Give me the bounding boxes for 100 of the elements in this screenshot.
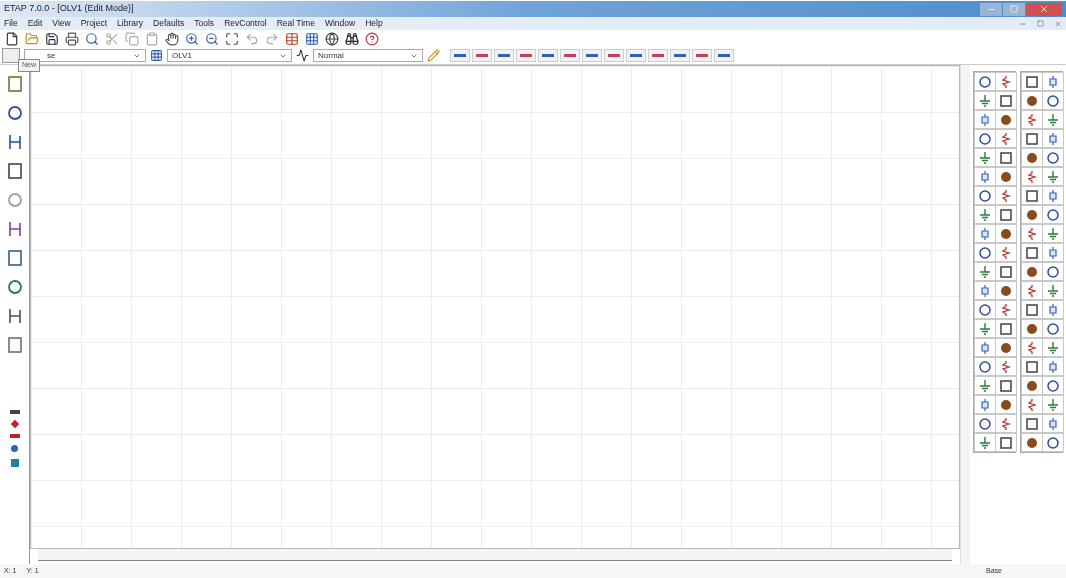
circle-symbol-icon[interactable] [1041, 433, 1064, 452]
box-symbol-icon[interactable] [994, 91, 1017, 110]
ground-symbol-icon[interactable] [974, 205, 996, 224]
zigzag-symbol-icon[interactable] [994, 414, 1017, 433]
tool-icon[interactable] [5, 73, 24, 95]
fan-symbol-icon[interactable] [1021, 319, 1043, 338]
menu-item[interactable]: Library [117, 17, 144, 30]
tool-icon[interactable] [5, 334, 24, 356]
box-symbol-icon[interactable] [1021, 300, 1043, 319]
tool-icon[interactable] [5, 247, 24, 269]
circle-symbol-icon[interactable] [1041, 376, 1064, 395]
circle-symbol-icon[interactable] [1041, 319, 1064, 338]
menu-item[interactable]: Defaults [153, 17, 185, 30]
ground-symbol-icon[interactable] [974, 262, 996, 281]
menu-item[interactable]: File [4, 17, 18, 30]
circle-symbol-icon[interactable] [1041, 91, 1064, 110]
fan-symbol-icon[interactable] [1021, 262, 1043, 281]
ground-symbol-icon[interactable] [1041, 224, 1064, 243]
menu-item[interactable]: Help [365, 17, 383, 30]
study-icon[interactable] [450, 49, 470, 62]
study-icon[interactable] [714, 49, 734, 62]
presentation-dropdown[interactable]: se [24, 49, 146, 62]
zigzag-symbol-icon[interactable] [994, 357, 1017, 376]
zigzag-symbol-icon[interactable] [1021, 224, 1043, 243]
circle-symbol-icon[interactable] [974, 300, 996, 319]
menu-item[interactable]: Project [80, 17, 108, 30]
mode-dropdown[interactable]: Normal [313, 49, 423, 62]
box-symbol-icon[interactable] [1021, 243, 1043, 262]
zigzag-symbol-icon[interactable] [1021, 110, 1043, 129]
ground-symbol-icon[interactable] [1041, 281, 1064, 300]
zigzag-symbol-icon[interactable] [994, 243, 1017, 262]
box-symbol-icon[interactable] [994, 319, 1017, 338]
fan-symbol-icon[interactable] [994, 395, 1017, 414]
ground-symbol-icon[interactable] [1041, 395, 1064, 414]
fan-symbol-icon[interactable] [994, 224, 1017, 243]
menu-item[interactable]: View [52, 17, 71, 30]
box-symbol-icon[interactable] [994, 262, 1017, 281]
study-icon[interactable] [582, 49, 602, 62]
study-icon[interactable] [670, 49, 690, 62]
box-symbol-icon[interactable] [994, 148, 1017, 167]
zigzag-symbol-icon[interactable] [994, 186, 1017, 205]
circle-symbol-icon[interactable] [1041, 262, 1064, 281]
zigzag-symbol-icon[interactable] [1021, 167, 1043, 186]
circle-symbol-icon[interactable] [974, 357, 996, 376]
study-icon[interactable] [648, 49, 668, 62]
horizontal-scrollbar[interactable] [38, 549, 952, 561]
study-icon[interactable] [692, 49, 712, 62]
study-icon[interactable] [538, 49, 558, 62]
box-symbol-icon[interactable] [994, 205, 1017, 224]
fan-symbol-icon[interactable] [1021, 148, 1043, 167]
menu-item[interactable]: Window [324, 17, 356, 30]
ground-symbol-icon[interactable] [1041, 167, 1064, 186]
circle-symbol-icon[interactable] [974, 186, 996, 205]
zigzag-symbol-icon[interactable] [994, 72, 1017, 91]
ground-symbol-icon[interactable] [1041, 338, 1064, 357]
zigzag-symbol-icon[interactable] [1021, 281, 1043, 300]
menu-item[interactable]: Edit [27, 17, 43, 30]
menu-item[interactable]: Tools [194, 17, 215, 30]
ground-symbol-icon[interactable] [974, 376, 996, 395]
zigzag-symbol-icon[interactable] [1021, 338, 1043, 357]
box-symbol-icon[interactable] [994, 376, 1017, 395]
fan-symbol-icon[interactable] [994, 338, 1017, 357]
box-symbol-icon[interactable] [1021, 357, 1043, 376]
ground-symbol-icon[interactable] [974, 319, 996, 338]
study-icon[interactable] [494, 49, 514, 62]
study-icon[interactable] [472, 49, 492, 62]
box-symbol-icon[interactable] [1021, 72, 1043, 91]
study-icon[interactable] [560, 49, 580, 62]
fan-symbol-icon[interactable] [994, 167, 1017, 186]
fan-symbol-icon[interactable] [994, 110, 1017, 129]
pencil-icon[interactable] [427, 49, 440, 62]
fan-symbol-icon[interactable] [1021, 91, 1043, 110]
circle-symbol-icon[interactable] [1041, 205, 1064, 224]
ground-symbol-icon[interactable] [1041, 110, 1064, 129]
study-icon[interactable] [516, 49, 536, 62]
menu-item[interactable]: Real Time [276, 17, 315, 30]
ground-symbol-icon[interactable] [974, 148, 996, 167]
ground-symbol-icon[interactable] [974, 91, 996, 110]
zigzag-symbol-icon[interactable] [1021, 395, 1043, 414]
fan-symbol-icon[interactable] [1021, 433, 1043, 452]
box-symbol-icon[interactable] [1021, 129, 1043, 148]
close-button[interactable] [1026, 2, 1062, 16]
fan-symbol-icon[interactable] [1021, 376, 1043, 395]
box-symbol-icon[interactable] [994, 433, 1017, 452]
zigzag-symbol-icon[interactable] [994, 129, 1017, 148]
ground-symbol-icon[interactable] [974, 433, 996, 452]
fan-symbol-icon[interactable] [1021, 205, 1043, 224]
configuration-dropdown[interactable]: OLV1 [167, 49, 292, 62]
box-symbol-icon[interactable] [1021, 186, 1043, 205]
fan-symbol-icon[interactable] [994, 281, 1017, 300]
close-icon[interactable] [1054, 19, 1062, 28]
zigzag-symbol-icon[interactable] [994, 300, 1017, 319]
circle-symbol-icon[interactable] [974, 414, 996, 433]
circle-symbol-icon[interactable] [974, 129, 996, 148]
configuration-icon[interactable] [150, 49, 163, 62]
circle-symbol-icon[interactable] [1041, 148, 1064, 167]
study-icon[interactable] [626, 49, 646, 62]
circle-symbol-icon[interactable] [974, 243, 996, 262]
box-symbol-icon[interactable] [1021, 414, 1043, 433]
menu-item[interactable]: RevControl [224, 17, 267, 30]
